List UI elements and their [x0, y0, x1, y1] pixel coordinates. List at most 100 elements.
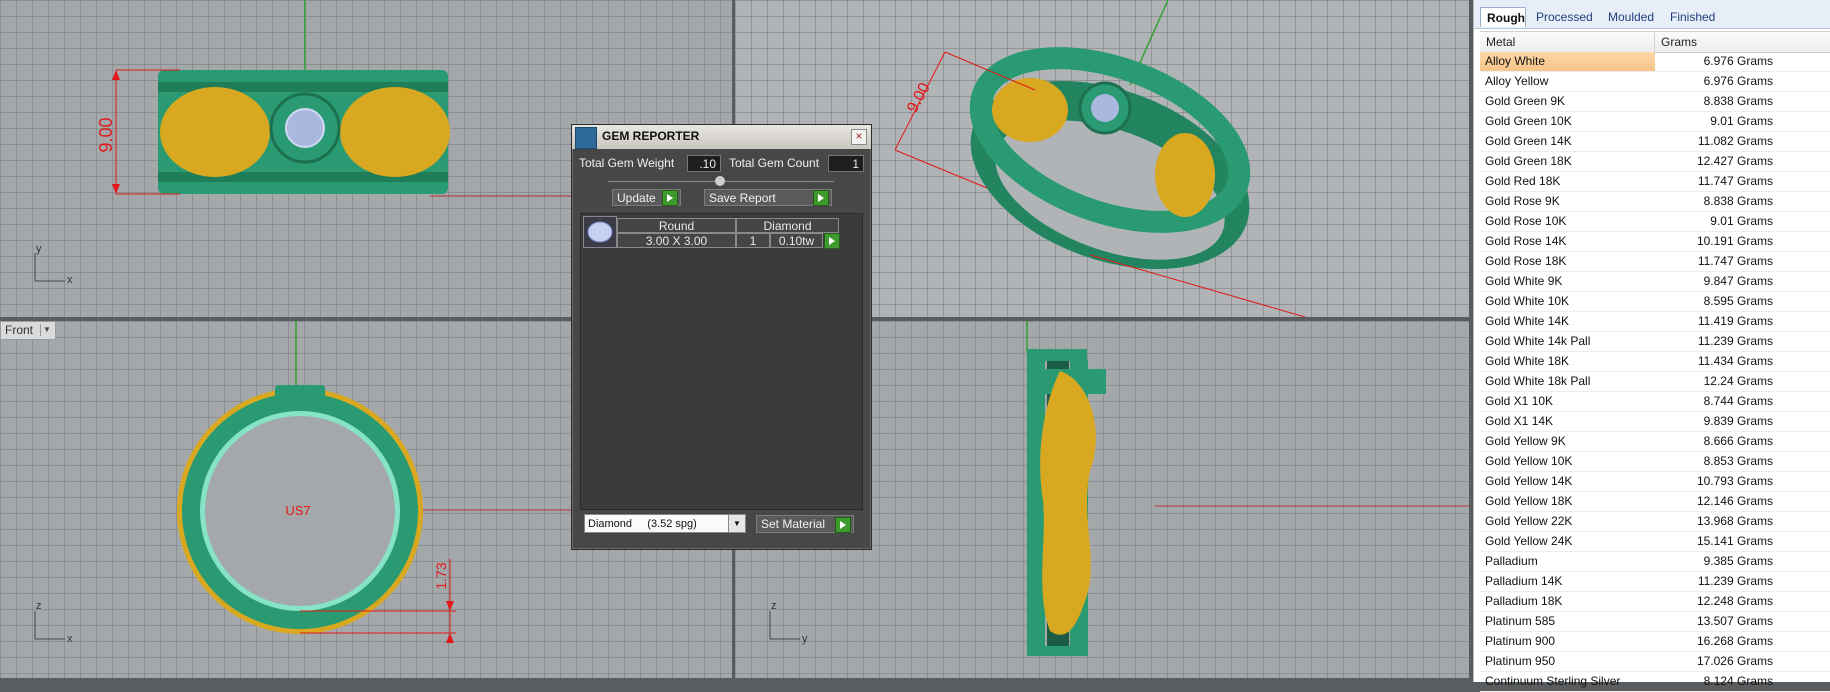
total-gem-count-field[interactable]: 1 — [828, 155, 864, 172]
table-row[interactable]: Gold Green 9K 8.838 Grams — [1480, 92, 1830, 112]
metal-grams-cell: 12.146 Grams — [1696, 494, 1773, 508]
metal-grams-cell: 11.434 Grams — [1697, 354, 1773, 368]
metal-name-cell: Gold Green 14K — [1485, 134, 1572, 148]
metal-name-cell: Platinum 585 — [1485, 614, 1556, 628]
table-row[interactable]: Gold Green 10K 9.01 Grams — [1480, 112, 1830, 132]
table-row[interactable]: Gold Yellow 10K 8.853 Grams — [1480, 452, 1830, 472]
table-row[interactable]: Gold Yellow 24K 15.141 Grams — [1480, 532, 1830, 552]
column-header-grams[interactable]: Grams — [1655, 32, 1830, 52]
close-icon[interactable]: × — [851, 129, 867, 145]
table-row[interactable]: Gold Rose 18K 11.747 Grams — [1480, 252, 1830, 272]
table-row[interactable]: Gold Green 14K 11.082 Grams — [1480, 132, 1830, 152]
table-row[interactable]: Alloy White 6.976 Grams — [1480, 52, 1830, 72]
metal-grams-cell: 9.839 Grams — [1703, 414, 1773, 428]
metal-table-header: Metal Grams — [1480, 31, 1830, 53]
metal-name-cell: Gold Red 18K — [1485, 174, 1561, 188]
metal-name-cell: Gold Yellow 22K — [1485, 514, 1573, 528]
metal-name-cell: Platinum 900 — [1485, 634, 1556, 648]
metal-grams-cell: 9.385 Grams — [1703, 554, 1773, 568]
table-row[interactable]: Gold Yellow 9K 8.666 Grams — [1480, 432, 1830, 452]
tab-rough[interactable]: Rough — [1480, 7, 1526, 27]
table-row[interactable]: Gold Rose 9K 8.838 Grams — [1480, 192, 1830, 212]
metal-name-cell: Palladium — [1485, 554, 1538, 568]
gem-count-cell: 1 — [736, 233, 770, 248]
save-report-button[interactable]: Save Report — [704, 189, 832, 206]
metal-grams-cell: 10.191 Grams — [1696, 234, 1773, 248]
table-row[interactable]: Gold White 18K 11.434 Grams — [1480, 352, 1830, 372]
table-row[interactable]: Gold X1 14K 9.839 Grams — [1480, 412, 1830, 432]
metal-name-cell: Gold White 9K — [1485, 274, 1563, 288]
table-row[interactable]: Gold Rose 14K 10.191 Grams — [1480, 232, 1830, 252]
total-gem-count-label: Total Gem Count — [729, 156, 820, 170]
table-row[interactable]: Palladium 9.385 Grams — [1480, 552, 1830, 572]
chevron-down-icon[interactable]: ▼ — [728, 515, 745, 532]
top-axis-x: x — [67, 274, 73, 286]
table-row[interactable]: Alloy Yellow 6.976 Grams — [1480, 72, 1830, 92]
table-row[interactable]: Gold Yellow 22K 13.968 Grams — [1480, 512, 1830, 532]
metal-grams-cell: 8.838 Grams — [1703, 94, 1773, 108]
table-row[interactable]: Gold White 14K 11.419 Grams — [1480, 312, 1830, 332]
total-gem-weight-field[interactable]: .10 — [687, 155, 721, 172]
chevron-down-icon[interactable]: ▼ — [40, 324, 53, 336]
table-row[interactable]: Gold White 9K 9.847 Grams — [1480, 272, 1830, 292]
table-row[interactable]: Gold Yellow 14K 10.793 Grams — [1480, 472, 1830, 492]
tab-moulded[interactable]: Moulded — [1602, 7, 1660, 27]
metal-grams-cell: 6.976 Grams — [1703, 54, 1773, 68]
table-row[interactable]: Gold White 18k Pall 12.24 Grams — [1480, 372, 1830, 392]
total-gem-weight-label: Total Gem Weight — [579, 156, 675, 170]
table-row[interactable]: Gold Green 18K 12.427 Grams — [1480, 152, 1830, 172]
metal-name-cell: Gold Yellow 10K — [1485, 454, 1573, 468]
table-row[interactable]: Platinum 950 17.026 Grams — [1480, 652, 1830, 672]
metal-grams-cell: 9.847 Grams — [1703, 274, 1773, 288]
metal-name-cell: Gold X1 14K — [1485, 414, 1554, 428]
metal-name-cell: Gold Yellow 24K — [1485, 534, 1573, 548]
table-row[interactable]: Gold Rose 10K 9.01 Grams — [1480, 212, 1830, 232]
gem-reporter-title: GEM REPORTER — [602, 129, 700, 143]
metal-grams-cell: 12.24 Grams — [1703, 374, 1773, 388]
front-axis-z: z — [36, 600, 42, 612]
update-button[interactable]: Update — [612, 189, 681, 206]
table-row[interactable]: Gold Red 18K 11.747 Grams — [1480, 172, 1830, 192]
set-material-button[interactable]: Set Material — [756, 515, 854, 533]
play-icon — [813, 190, 829, 206]
metal-grams-cell: 9.01 Grams — [1710, 214, 1773, 228]
table-row[interactable]: Palladium 14K 11.239 Grams — [1480, 572, 1830, 592]
metal-name-cell: Gold Rose 14K — [1485, 234, 1567, 248]
table-row[interactable]: Continuum Sterling Silver 8.124 Grams — [1480, 672, 1830, 692]
metal-name-cell: Palladium 18K — [1485, 594, 1563, 608]
gem-reporter-dialog: GEM REPORTER × Total Gem Weight .10 Tota… — [571, 124, 872, 550]
front-view-label[interactable]: Front ▼ — [0, 321, 57, 340]
table-row[interactable]: Gold White 14k Pall 11.239 Grams — [1480, 332, 1830, 352]
top-dimension-label: 9.00 — [96, 117, 116, 152]
metal-name-cell: Gold Rose 10K — [1485, 214, 1567, 228]
table-row[interactable]: Gold White 10K 8.595 Grams — [1480, 292, 1830, 312]
metal-name-cell: Gold Yellow 9K — [1485, 434, 1566, 448]
material-select[interactable]: Diamond (3.52 spg) ▼ — [584, 514, 746, 533]
tab-finished[interactable]: Finished — [1664, 7, 1721, 27]
table-row[interactable]: Gold X1 10K 8.744 Grams — [1480, 392, 1830, 412]
table-row[interactable]: Gold Yellow 18K 12.146 Grams — [1480, 492, 1830, 512]
tab-processed[interactable]: Processed — [1530, 7, 1599, 27]
material-select-value: Diamond (3.52 spg) — [588, 518, 697, 530]
column-header-metal[interactable]: Metal — [1480, 32, 1655, 52]
table-row[interactable]: Palladium 18K 12.248 Grams — [1480, 592, 1830, 612]
metal-grams-cell: 10.793 Grams — [1696, 474, 1773, 488]
gem-reporter-titlebar[interactable]: GEM REPORTER × — [572, 125, 871, 149]
metal-name-cell: Palladium 14K — [1485, 574, 1563, 588]
update-button-label: Update — [617, 191, 656, 205]
front-axis-x: x — [67, 633, 73, 645]
gem-size-cell: 3.00 X 3.00 — [617, 233, 736, 248]
metal-grams-cell: 13.507 Grams — [1696, 614, 1773, 628]
table-row[interactable]: Platinum 585 13.507 Grams — [1480, 612, 1830, 632]
metal-name-cell: Alloy White — [1480, 52, 1655, 71]
top-axis-y: y — [36, 243, 42, 255]
metal-name-cell: Gold Green 10K — [1485, 114, 1572, 128]
table-row[interactable]: Platinum 900 16.268 Grams — [1480, 632, 1830, 652]
gem-row-play-icon[interactable] — [824, 233, 840, 249]
metal-grams-cell: 9.01 Grams — [1710, 114, 1773, 128]
metal-name-cell: Gold X1 10K — [1485, 394, 1554, 408]
metal-name-cell: Platinum 950 — [1485, 654, 1556, 668]
collapse-handle-icon[interactable] — [715, 176, 725, 186]
metal-grams-cell: 16.268 Grams — [1696, 634, 1773, 648]
gem-list[interactable]: Round Diamond 3.00 X 3.00 1 0.10tw — [580, 213, 863, 510]
